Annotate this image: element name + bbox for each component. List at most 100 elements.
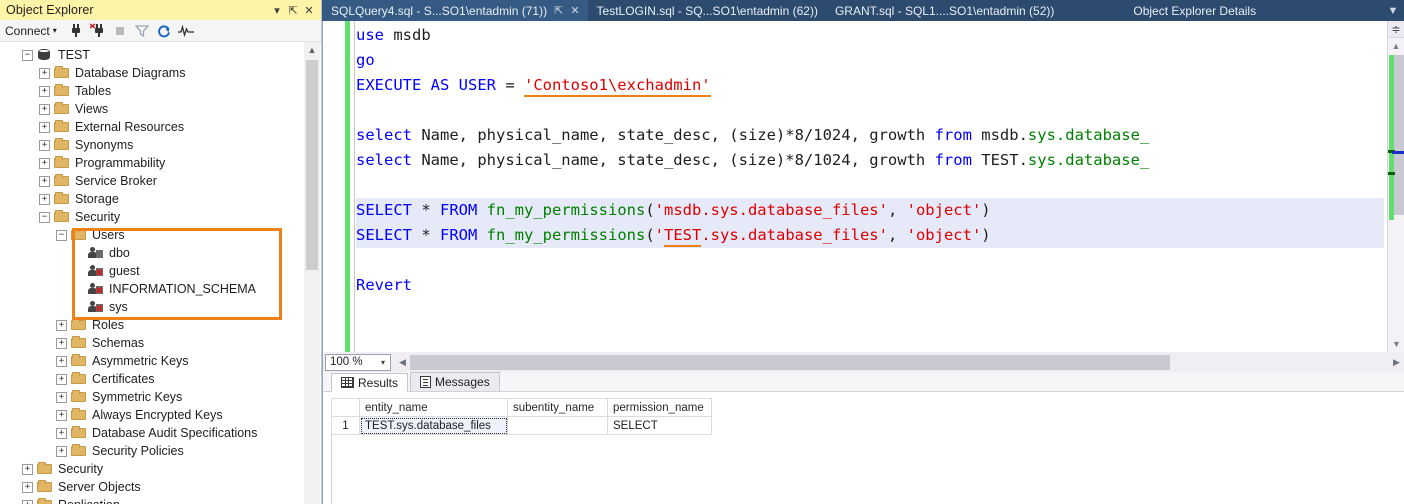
code-line[interactable]: select Name, physical_name, state_desc, … — [356, 148, 1384, 173]
expand-icon[interactable]: + — [39, 175, 50, 187]
tree-item-users[interactable]: − Users — [0, 226, 305, 244]
tree-item-database-diagrams[interactable]: + Database Diagrams — [0, 64, 305, 82]
scroll-left-arrow[interactable]: ◀ — [395, 357, 410, 368]
editor-tab-3[interactable]: GRANT.sql - SQL1....SO1\entadmin (52)) — [826, 0, 1062, 21]
cell-entity-name[interactable]: TEST.sys.database_files — [359, 416, 508, 435]
tree-item-symmetric-keys[interactable]: + Symmetric Keys — [0, 388, 305, 406]
tree-item-certificates[interactable]: + Certificates — [0, 370, 305, 388]
tree-item-tables[interactable]: + Tables — [0, 82, 305, 100]
expand-icon[interactable]: + — [56, 409, 67, 421]
scroll-up-arrow[interactable]: ▲ — [1388, 38, 1404, 54]
expand-icon[interactable]: + — [22, 499, 33, 504]
tab-overflow-icon[interactable]: ▼ — [1382, 0, 1404, 21]
row-number[interactable]: 1 — [331, 416, 360, 435]
code-line[interactable]: SELECT * FROM fn_my_permissions('msdb.sy… — [356, 198, 1384, 223]
expand-icon[interactable]: + — [39, 67, 50, 79]
tree-item-asymmetric-keys[interactable]: + Asymmetric Keys — [0, 352, 305, 370]
expand-icon[interactable]: + — [39, 121, 50, 133]
expand-icon[interactable]: + — [22, 481, 33, 493]
zoom-level-dropdown[interactable]: 100 % ▾ — [325, 353, 391, 371]
expand-icon[interactable]: + — [39, 157, 50, 169]
tree-item-service-broker[interactable]: + Service Broker — [0, 172, 305, 190]
expand-icon[interactable]: + — [56, 319, 67, 331]
sql-editor[interactable]: use msdbgo−EXECUTE AS USER = 'Contoso1\e… — [322, 21, 1404, 352]
sql-code-text[interactable]: use msdbgo−EXECUTE AS USER = 'Contoso1\e… — [356, 21, 1384, 352]
editor-horizontal-scrollbar[interactable]: ◀ ▶ — [395, 354, 1404, 371]
stop-icon[interactable] — [110, 22, 130, 40]
collapse-icon[interactable]: − — [22, 49, 33, 61]
tree-item-storage[interactable]: + Storage — [0, 190, 305, 208]
code-line[interactable] — [356, 98, 1384, 123]
code-line[interactable] — [356, 248, 1384, 273]
object-explorer-scrollbar[interactable]: ▲ — [304, 42, 320, 504]
expand-icon[interactable]: + — [56, 427, 67, 439]
expand-icon[interactable]: + — [39, 193, 50, 205]
code-line[interactable]: −EXECUTE AS USER = 'Contoso1\exchadmin' — [356, 73, 1384, 98]
tree-item-roles[interactable]: + Roles — [0, 316, 305, 334]
connect-icon[interactable] — [66, 22, 86, 40]
column-header-subentity-name[interactable]: subentity_name — [507, 398, 608, 417]
scroll-thumb[interactable] — [306, 60, 318, 270]
expand-icon[interactable]: + — [39, 139, 50, 151]
tree-item-views[interactable]: + Views — [0, 100, 305, 118]
disconnect-icon[interactable] — [88, 22, 108, 40]
results-grid[interactable]: entity_name subentity_name permission_na… — [331, 398, 712, 435]
editor-tab-4[interactable]: Object Explorer Details — [1124, 0, 1264, 21]
code-line[interactable]: SELECT * FROM fn_my_permissions('TEST.sy… — [356, 223, 1384, 248]
activity-monitor-icon[interactable] — [176, 22, 196, 40]
scroll-right-arrow[interactable]: ▶ — [1389, 357, 1404, 368]
refresh-icon[interactable] — [154, 22, 174, 40]
editor-tab-1[interactable]: SQLQuery4.sql - S...SO1\entadmin (71)) ⇱ ✕ — [322, 0, 588, 21]
tree-item-replication[interactable]: + Replication — [0, 496, 305, 504]
tab-results[interactable]: Results — [331, 373, 409, 392]
tree-item-schemas[interactable]: + Schemas — [0, 334, 305, 352]
collapse-icon[interactable]: − — [56, 229, 67, 241]
chevron-down-icon[interactable]: ▾ — [269, 2, 285, 18]
column-header-entity-name[interactable]: entity_name — [359, 398, 508, 417]
code-line[interactable]: Revert — [356, 273, 1384, 298]
tree-item-information-schema[interactable]: ✖ INFORMATION_SCHEMA — [0, 280, 305, 298]
tab-messages[interactable]: Messages — [410, 372, 500, 391]
editor-vertical-scrollbar[interactable]: ≑ ▲ ▼ — [1387, 21, 1404, 352]
connect-button[interactable]: Connect ▾ — [5, 24, 59, 38]
expand-icon[interactable]: + — [39, 85, 50, 97]
scroll-down-arrow[interactable]: ▼ — [1388, 336, 1404, 352]
expand-icon[interactable]: + — [56, 445, 67, 457]
expand-icon[interactable]: + — [22, 463, 33, 475]
tree-item-sys[interactable]: ✖ sys — [0, 298, 305, 316]
tree-item-test[interactable]: − TEST — [0, 46, 305, 64]
code-line[interactable] — [356, 173, 1384, 198]
split-view-icon[interactable]: ≑ — [1388, 21, 1404, 38]
expand-icon[interactable]: + — [56, 355, 67, 367]
cell-subentity-name[interactable] — [507, 416, 608, 435]
tree-item-synonyms[interactable]: + Synonyms — [0, 136, 305, 154]
tree-item-programmability[interactable]: + Programmability — [0, 154, 305, 172]
collapse-icon[interactable]: − — [39, 211, 50, 223]
column-header-permission-name[interactable]: permission_name — [607, 398, 712, 417]
table-row[interactable]: 1 TEST.sys.database_files SELECT — [331, 416, 712, 435]
tree-item-always-encrypted-keys[interactable]: + Always Encrypted Keys — [0, 406, 305, 424]
tree-item-guest[interactable]: ✖ guest — [0, 262, 305, 280]
editor-tab-2[interactable]: TestLOGIN.sql - SQ...SO1\entadmin (62)) — [588, 0, 826, 21]
tree-item-external-resources[interactable]: + External Resources — [0, 118, 305, 136]
pin-icon[interactable]: ⇱ — [285, 2, 301, 18]
code-line[interactable]: go — [356, 48, 1384, 73]
close-icon[interactable]: ✕ — [570, 4, 579, 17]
object-explorer-tree[interactable]: − TEST + Database Diagrams + Tables + Views + Ext… — [0, 42, 305, 504]
hscroll-thumb[interactable] — [410, 354, 1170, 370]
hscroll-track[interactable] — [410, 354, 1389, 370]
scroll-up-arrow[interactable]: ▲ — [304, 42, 320, 58]
tree-item-security-policies[interactable]: + Security Policies — [0, 442, 305, 460]
cell-permission-name[interactable]: SELECT — [607, 416, 712, 435]
pin-icon[interactable]: ⇱ — [554, 4, 563, 17]
expand-icon[interactable]: + — [39, 103, 50, 115]
tree-item-server-objects[interactable]: + Server Objects — [0, 478, 305, 496]
tree-item-security[interactable]: − Security — [0, 208, 305, 226]
expand-icon[interactable]: + — [56, 391, 67, 403]
expand-icon[interactable]: + — [56, 373, 67, 385]
tree-item-dbo[interactable]: dbo — [0, 244, 305, 262]
tree-item-database-audit-specifications[interactable]: + Database Audit Specifications — [0, 424, 305, 442]
code-line[interactable]: use msdb — [356, 23, 1384, 48]
filter-icon[interactable] — [132, 22, 152, 40]
tree-item-security[interactable]: + Security — [0, 460, 305, 478]
